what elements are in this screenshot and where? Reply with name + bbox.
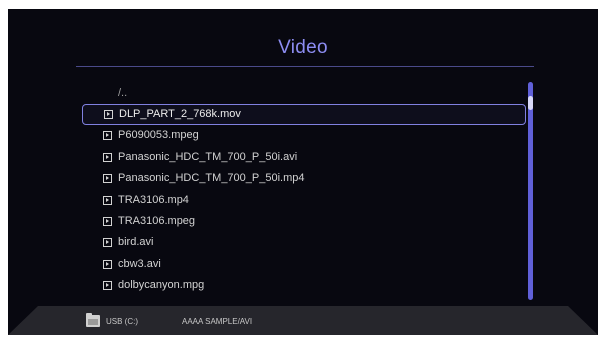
scrollbar-thumb[interactable] (528, 96, 533, 110)
title-divider (76, 66, 534, 67)
file-name: P6090053.mpeg (118, 129, 199, 142)
file-item-selected[interactable]: DLP_PART_2_768k.mov (82, 104, 526, 126)
play-file-icon (103, 195, 112, 205)
play-file-icon (103, 238, 112, 248)
media-player-screen: Video /.. DLP_PART_2_768k.mov P6090053.m… (8, 9, 598, 335)
file-name: Panasonic_HDC_TM_700_P_50i.avi (118, 150, 298, 163)
file-list: /.. DLP_PART_2_768k.mov P6090053.mpeg Pa… (82, 83, 526, 297)
file-name: TRA3106.mpeg (118, 214, 196, 227)
file-name: DLP_PART_2_768k.mov (119, 108, 241, 121)
parent-directory-item[interactable]: /.. (82, 83, 526, 104)
play-file-icon (104, 110, 113, 120)
file-name: TRA3106.mp4 (118, 193, 189, 206)
page-title: Video (278, 37, 328, 58)
folder-icon (86, 313, 100, 327)
file-item[interactable]: TRA3106.mpeg (82, 211, 526, 232)
current-path: AAAA SAMPLE/AVI (182, 317, 253, 326)
scrollbar[interactable] (528, 82, 533, 300)
play-file-icon (103, 259, 112, 269)
file-name: dolbycanyon.mpg (118, 279, 205, 292)
file-item[interactable]: bird.avi (82, 232, 526, 253)
file-item[interactable]: Panasonic_HDC_TM_700_P_50i.mp4 (82, 168, 526, 189)
play-file-icon (103, 281, 112, 291)
play-file-icon (103, 131, 112, 141)
file-item[interactable]: TRA3106.mp4 (82, 190, 526, 211)
file-name: Panasonic_HDC_TM_700_P_50i.mp4 (118, 172, 305, 185)
file-item[interactable]: dolbycanyon.mpg (82, 275, 526, 296)
play-file-icon (103, 174, 112, 184)
drive-label: USB (C:) (106, 317, 138, 326)
file-item[interactable]: cbw3.avi (82, 254, 526, 275)
file-item[interactable]: Panasonic_HDC_TM_700_P_50i.avi (82, 147, 526, 168)
file-item[interactable]: P6090053.mpeg (82, 125, 526, 146)
play-file-icon (103, 152, 112, 162)
file-name: bird.avi (118, 236, 154, 249)
play-file-icon (103, 216, 112, 226)
file-name: cbw3.avi (118, 257, 161, 270)
